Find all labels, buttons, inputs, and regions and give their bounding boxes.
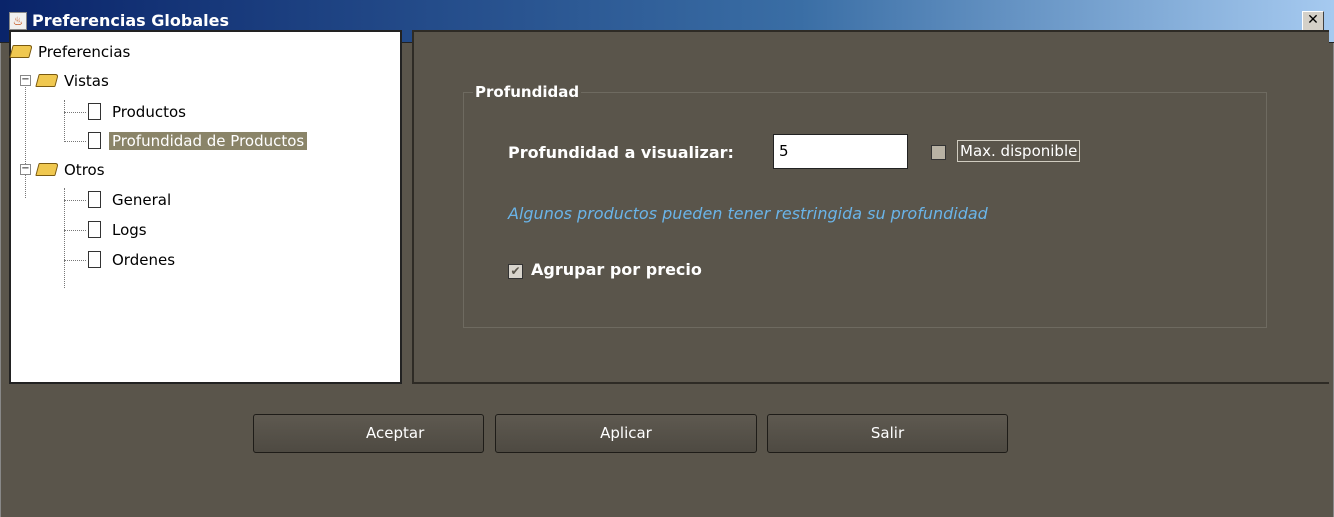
apply-button[interactable]: Aplicar	[495, 414, 757, 453]
depth-label: Profundidad a visualizar:	[508, 143, 734, 162]
tree-connector	[25, 76, 26, 198]
tree-connector	[64, 260, 86, 261]
tree-item-logs[interactable]: Logs	[88, 218, 150, 242]
tree-connector	[64, 100, 65, 142]
tree-item-vistas[interactable]: Vistas	[35, 69, 112, 93]
depth-input[interactable]: 5	[773, 134, 908, 169]
max-available-checkbox[interactable]	[931, 145, 946, 160]
document-icon	[88, 132, 101, 149]
tree-connector	[64, 141, 86, 142]
close-icon: ✕	[1307, 12, 1319, 28]
max-available-label[interactable]: Max. disponible	[957, 140, 1081, 162]
open-folder-icon	[9, 45, 33, 58]
open-folder-icon	[35, 74, 59, 87]
document-icon	[88, 103, 101, 120]
document-icon	[88, 191, 101, 208]
group-by-price-checkbox[interactable]: ✔	[508, 264, 523, 279]
checkmark-icon: ✔	[510, 264, 521, 278]
close-button[interactable]: ✕	[1302, 11, 1324, 31]
tree-connector	[64, 112, 86, 113]
document-icon	[88, 251, 101, 268]
tree-item-preferencias[interactable]: Preferencias	[9, 40, 133, 64]
document-icon	[88, 221, 101, 238]
tree-connector	[64, 188, 65, 288]
tree-connector	[64, 200, 86, 201]
group-title: Profundidad	[473, 83, 582, 101]
preferences-tree[interactable]: Preferencias − Vistas Productos Profundi…	[9, 30, 402, 384]
tree-connector	[64, 230, 86, 231]
tree-item-profundidad-productos[interactable]: Profundidad de Productos	[88, 129, 308, 153]
exit-button[interactable]: Salir	[767, 414, 1008, 453]
tree-item-otros[interactable]: Otros	[35, 158, 108, 182]
accept-button[interactable]: Aceptar	[253, 414, 484, 453]
tree-item-productos[interactable]: Productos	[88, 100, 189, 124]
window-title: Preferencias Globales	[32, 11, 229, 30]
tree-item-general[interactable]: General	[88, 188, 174, 212]
tree-item-ordenes[interactable]: Ordenes	[88, 248, 178, 272]
open-folder-icon	[35, 163, 59, 176]
collapse-icon[interactable]: −	[20, 75, 31, 86]
group-by-price-label[interactable]: Agrupar por precio	[531, 260, 702, 279]
info-text: Algunos productos pueden tener restringi…	[508, 204, 988, 223]
collapse-icon[interactable]: −	[20, 164, 31, 175]
java-app-icon: ♨	[9, 12, 27, 30]
